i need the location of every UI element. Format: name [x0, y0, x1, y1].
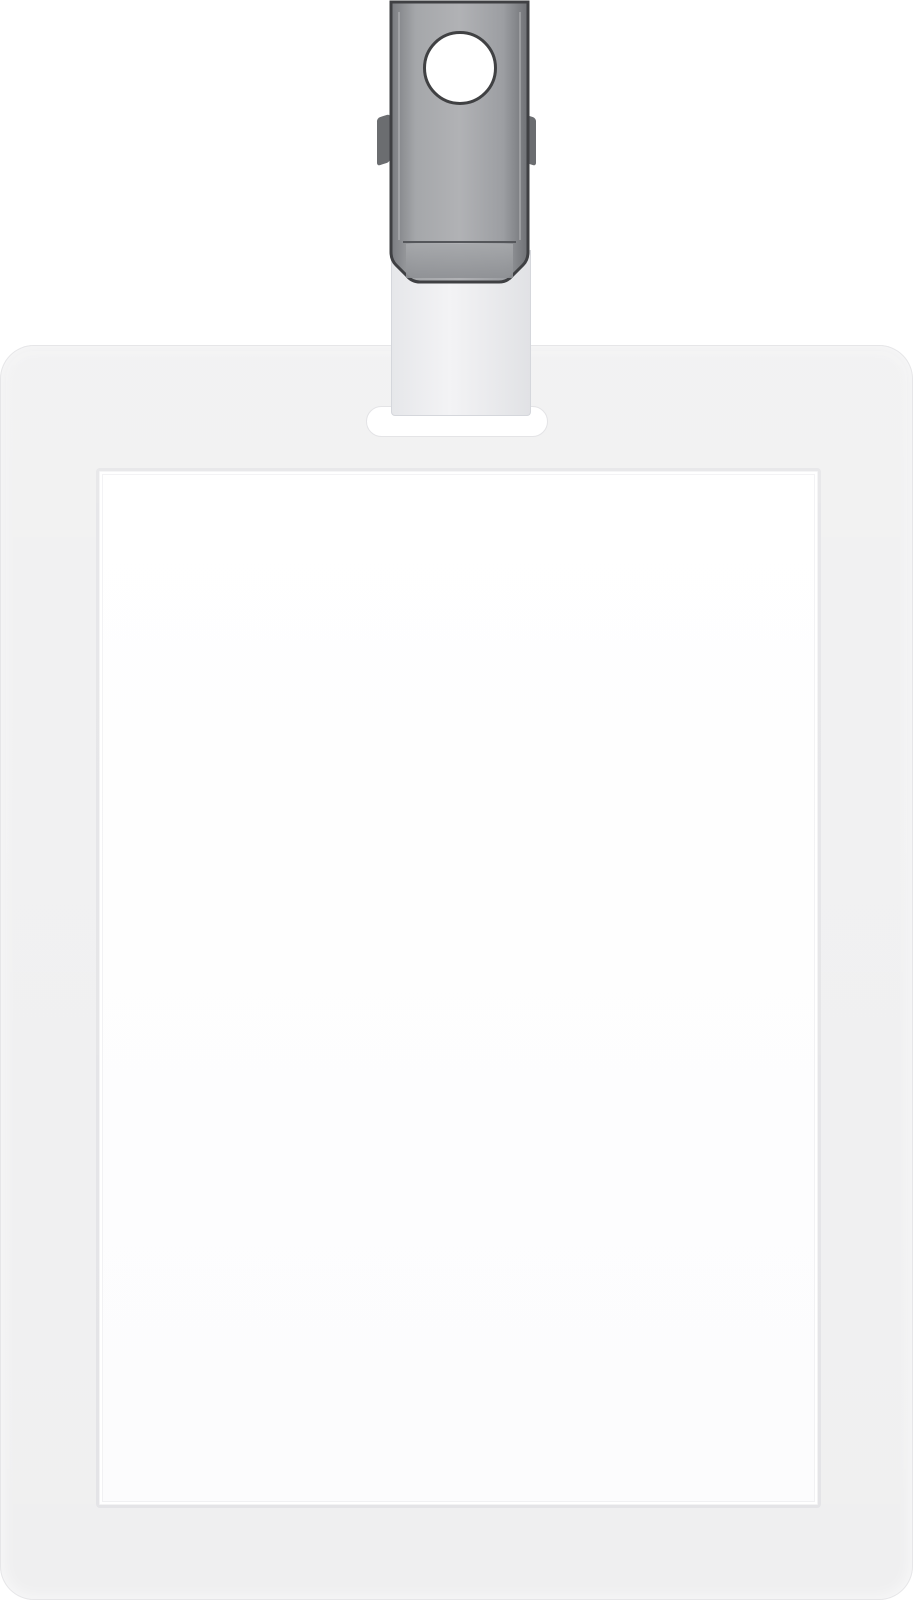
badge-holder [0, 345, 913, 1600]
badge-holder-scene [0, 0, 913, 1600]
metal-clip [389, 0, 530, 294]
card-window-inner [102, 474, 815, 1502]
clip-hole [423, 31, 497, 105]
card-window [96, 468, 821, 1508]
